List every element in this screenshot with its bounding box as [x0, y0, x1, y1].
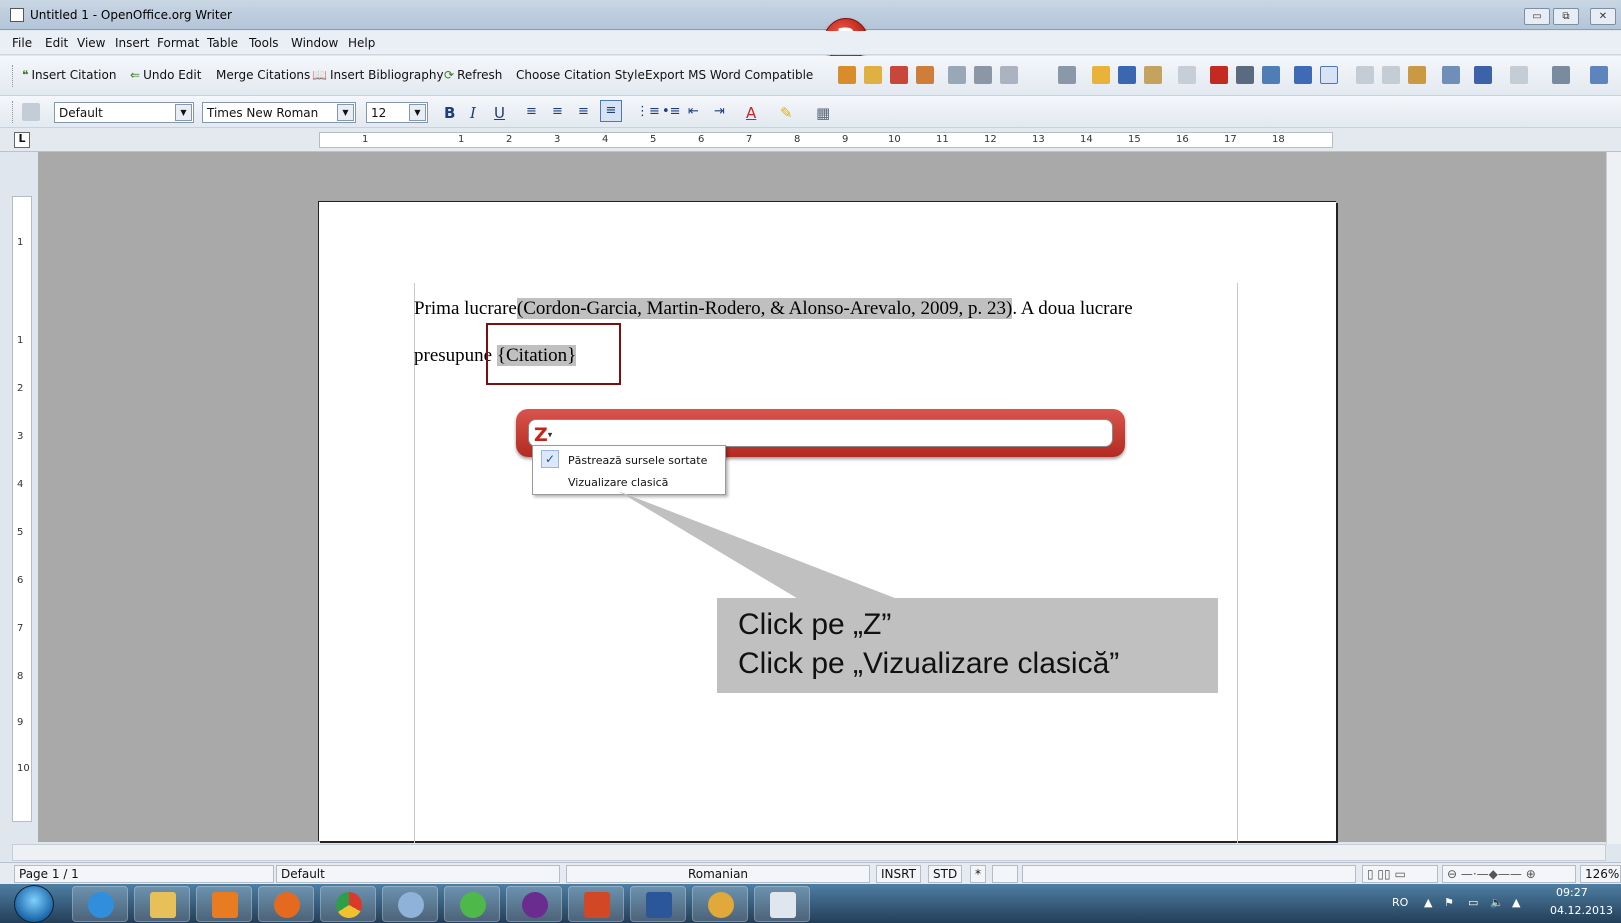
taskbar-powerpoint[interactable]: [568, 886, 624, 922]
internet-explorer-icon: [88, 892, 114, 918]
app-icon: [460, 892, 486, 918]
language-indicator[interactable]: Romanian: [566, 865, 870, 883]
horizontal-scrollbar[interactable]: [12, 844, 1606, 861]
volume-icon[interactable]: 🔈: [1490, 896, 1504, 909]
instruction-line-1: Click pe „Z”: [738, 608, 892, 641]
taskbar-paint[interactable]: [692, 886, 748, 922]
flag-icon[interactable]: ⚑: [1444, 896, 1454, 909]
windows-taskbar: RO ▲ ⚑ ▭ 🔈 ▲ 09:27 04.12.2013: [0, 884, 1621, 923]
zoom-level[interactable]: 126%: [1580, 865, 1621, 883]
modified-indicator: *: [970, 865, 986, 883]
instruction-callout: Click pe „Z” Click pe „Vizualizare clasi…: [717, 598, 1218, 693]
show-hidden-icons[interactable]: ▲: [1424, 896, 1432, 909]
drive-icon[interactable]: ▲: [1512, 896, 1520, 909]
chrome-icon: [336, 892, 362, 918]
view-layout-icon[interactable]: ▯ ▯▯ ▭: [1362, 865, 1438, 883]
taskbar-explorer[interactable]: [134, 886, 190, 922]
taskbar-ie[interactable]: [72, 886, 128, 922]
signature-indicator: [992, 865, 1018, 883]
taskbar-app[interactable]: [444, 886, 500, 922]
callout-pointer: [618, 491, 900, 600]
word-icon: [646, 892, 672, 918]
input-language[interactable]: RO: [1392, 896, 1408, 909]
info-field: [1022, 865, 1356, 883]
taskbar-openoffice[interactable]: [754, 886, 810, 922]
openoffice-icon: [770, 892, 796, 918]
start-button[interactable]: [14, 885, 54, 923]
status-bar: Page 1 / 1 Default Romanian INSRT STD * …: [0, 862, 1621, 884]
paint-icon: [708, 892, 734, 918]
folder-icon: [150, 892, 176, 918]
taskbar-firefox[interactable]: [258, 886, 314, 922]
taskbar-chrome[interactable]: [320, 886, 376, 922]
taskbar-app[interactable]: [382, 886, 438, 922]
instruction-line-2: Click pe „Vizualizare clasică”: [738, 647, 1120, 680]
page-style-indicator[interactable]: Default: [276, 865, 560, 883]
zoom-slider[interactable]: ⊖ —·—◆—— ⊕: [1442, 865, 1576, 883]
clock-time[interactable]: 09:27: [1556, 886, 1588, 899]
taskbar-yahoo[interactable]: [506, 886, 562, 922]
page-indicator[interactable]: Page 1 / 1: [14, 865, 274, 883]
taskbar-word[interactable]: [630, 886, 686, 922]
clock-date[interactable]: 04.12.2013: [1550, 904, 1613, 917]
insert-mode-indicator[interactable]: INSRT: [876, 865, 921, 883]
vertical-scrollbar[interactable]: [1606, 152, 1621, 844]
selection-mode-indicator[interactable]: STD: [928, 865, 963, 883]
media-player-icon: [212, 892, 238, 918]
app-icon: [398, 892, 424, 918]
firefox-icon: [274, 892, 300, 918]
yahoo-messenger-icon: [522, 892, 548, 918]
network-icon[interactable]: ▭: [1468, 896, 1478, 909]
taskbar-media[interactable]: [196, 886, 252, 922]
powerpoint-icon: [584, 892, 610, 918]
